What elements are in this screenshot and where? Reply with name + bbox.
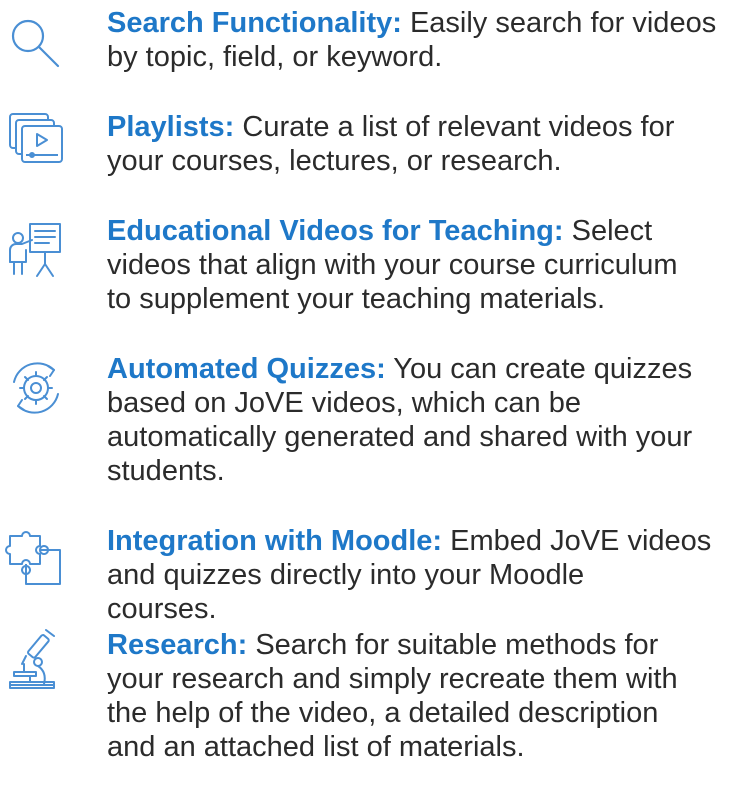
feature-description: You can create quizzes bbox=[393, 353, 693, 385]
feature-description: Search for suitable methods for bbox=[255, 629, 659, 661]
feature-text: Integration with Moodle: Embed JoVE vide… bbox=[107, 524, 739, 626]
feature-description-line: and quizzes directly into your Moodle bbox=[107, 559, 585, 591]
feature-title: Integration with Moodle: bbox=[107, 525, 443, 557]
feature-description-line: to supplement your teaching materials. bbox=[107, 283, 606, 315]
puzzle-icon bbox=[4, 528, 68, 592]
feature-text: Educational Videos for Teaching: Select v… bbox=[107, 214, 739, 316]
feature-text: Research: Search for suitable methods fo… bbox=[107, 628, 739, 764]
teacher-presentation-icon bbox=[4, 218, 68, 282]
feature-description-line: and an attached list of materials. bbox=[107, 731, 525, 763]
gear-cycle-icon bbox=[4, 356, 68, 420]
feature-description-line: courses. bbox=[107, 593, 217, 625]
feature-description-line: your research and simply recreate them w… bbox=[107, 663, 678, 695]
feature-description-line: based on JoVE videos, which can be bbox=[107, 387, 581, 419]
feature-title: Search Functionality: bbox=[107, 7, 402, 39]
feature-title: Research: bbox=[107, 629, 248, 661]
feature-text: Automated Quizzes: You can create quizze… bbox=[107, 352, 739, 488]
search-icon bbox=[4, 14, 68, 78]
feature-description: Curate a list of relevant videos for bbox=[242, 111, 675, 143]
feature-title: Automated Quizzes: bbox=[107, 353, 386, 385]
feature-description-line: students. bbox=[107, 455, 225, 487]
feature-list: Search Functionality: Easily search for … bbox=[0, 0, 739, 785]
feature-title: Playlists: bbox=[107, 111, 235, 143]
playlist-icon bbox=[4, 110, 68, 174]
feature-description-line: by topic, field, or keyword. bbox=[107, 41, 443, 73]
feature-description-line: automatically generated and shared with … bbox=[107, 421, 693, 453]
feature-description-line: videos that align with your course curri… bbox=[107, 249, 678, 281]
feature-description: Embed JoVE videos bbox=[450, 525, 712, 557]
feature-text: Playlists: Curate a list of relevant vid… bbox=[107, 110, 739, 178]
feature-description: Select bbox=[571, 215, 653, 247]
microscope-icon bbox=[4, 628, 68, 692]
feature-description-line: the help of the video, a detailed descri… bbox=[107, 697, 659, 729]
feature-title: Educational Videos for Teaching: bbox=[107, 215, 564, 247]
feature-description: Easily search for videos bbox=[409, 7, 717, 39]
feature-description-line: your courses, lectures, or research. bbox=[107, 145, 562, 177]
feature-text: Search Functionality: Easily search for … bbox=[107, 6, 739, 74]
